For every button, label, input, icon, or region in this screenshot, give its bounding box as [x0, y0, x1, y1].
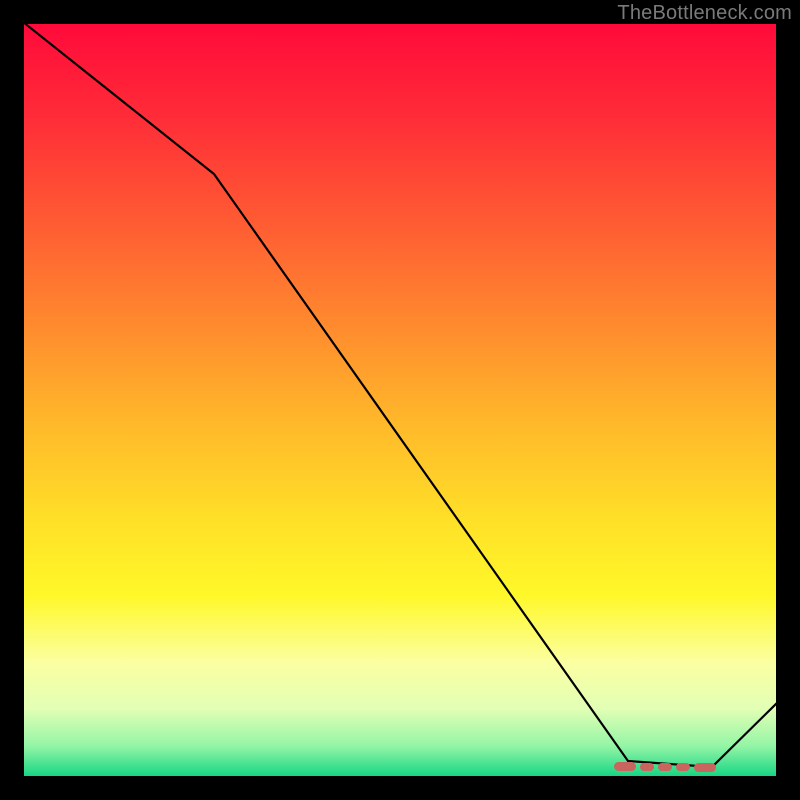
recommended-segment-piece [676, 763, 690, 771]
recommended-segment-piece [640, 763, 654, 771]
recommended-segment-piece [694, 763, 716, 772]
recommended-segment-piece [658, 763, 672, 771]
watermark-text: TheBottleneck.com [617, 2, 792, 25]
bottleneck-curve [24, 24, 776, 767]
plot-area [24, 24, 776, 776]
recommended-segment-piece [614, 762, 636, 771]
line-layer [24, 24, 776, 776]
chart-stage: TheBottleneck.com [0, 0, 800, 800]
